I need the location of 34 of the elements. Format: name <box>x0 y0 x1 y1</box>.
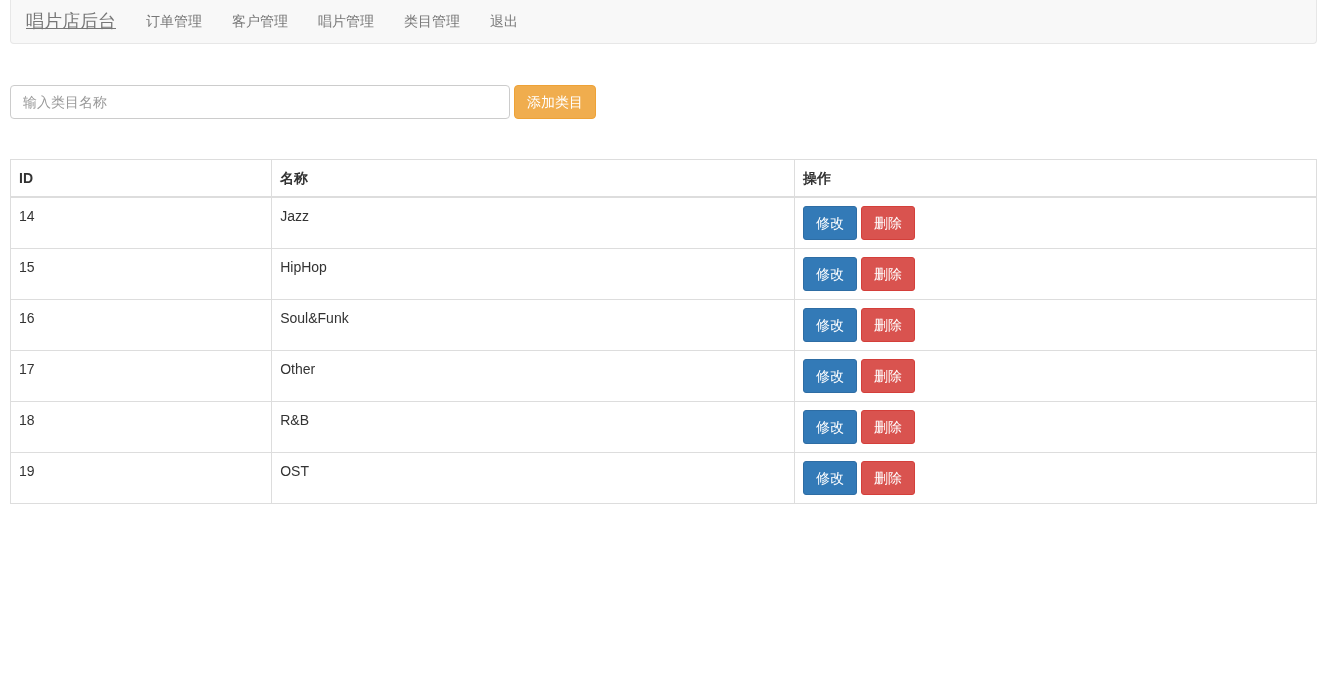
column-header: 名称 <box>271 159 795 197</box>
table-cell: Jazz <box>271 197 795 249</box>
nav-link[interactable]: 唱片管理 <box>303 11 389 32</box>
brand-link[interactable]: 唱片店后台 <box>26 8 116 35</box>
table-cell: OST <box>271 452 795 504</box>
delete-button[interactable]: 删除 <box>860 257 915 291</box>
edit-button[interactable]: 修改 <box>802 257 857 291</box>
edit-button[interactable]: 修改 <box>802 308 857 342</box>
table-cell: Other <box>271 350 795 402</box>
table-cell: 18 <box>10 401 272 453</box>
nav-link[interactable]: 客户管理 <box>217 11 303 32</box>
table-cell: 17 <box>10 350 272 402</box>
delete-button[interactable]: 删除 <box>860 359 915 393</box>
delete-button[interactable]: 删除 <box>860 410 915 444</box>
table-cell: 19 <box>10 452 272 504</box>
column-header: ID <box>10 159 272 197</box>
category-name-input[interactable]: 输入类目名称 <box>10 85 510 119</box>
delete-button[interactable]: 删除 <box>860 461 915 495</box>
nav-link[interactable]: 类目管理 <box>389 11 475 32</box>
edit-button[interactable]: 修改 <box>802 461 857 495</box>
delete-button[interactable]: 删除 <box>860 206 915 240</box>
table-cell: Soul&Funk <box>271 299 795 351</box>
table-cell: 14 <box>10 197 272 249</box>
delete-button[interactable]: 删除 <box>860 308 915 342</box>
column-header: 操作 <box>794 159 1317 197</box>
table-cell: 16 <box>10 299 272 351</box>
table-cell: R&B <box>271 401 795 453</box>
table-cell: 15 <box>10 248 272 300</box>
nav-link[interactable]: 退出 <box>475 11 533 32</box>
edit-button[interactable]: 修改 <box>802 359 857 393</box>
table-cell: HipHop <box>271 248 795 300</box>
nav-link[interactable]: 订单管理 <box>131 11 217 32</box>
edit-button[interactable]: 修改 <box>802 410 857 444</box>
edit-button[interactable]: 修改 <box>802 206 857 240</box>
